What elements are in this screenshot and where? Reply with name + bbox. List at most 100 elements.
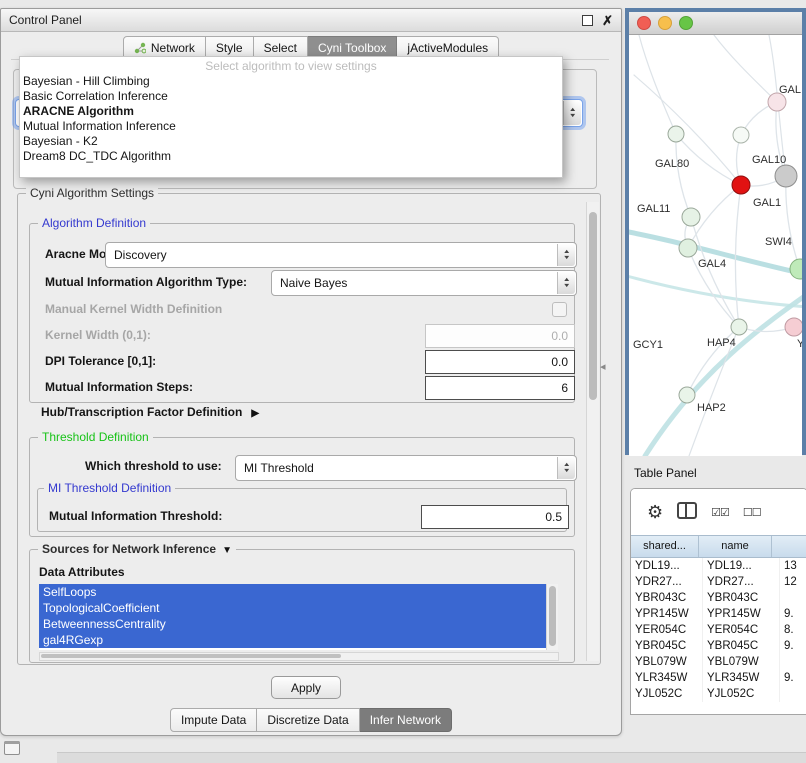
- network-node[interactable]: [733, 127, 749, 143]
- network-canvas[interactable]: GALGAL80GAL10GAL11GAL1SWI4GAL4GCY1HAP4YH…: [629, 35, 802, 456]
- bottom-scrollbar[interactable]: [57, 752, 806, 763]
- network-node[interactable]: [790, 259, 802, 279]
- column-header[interactable]: shared...: [631, 536, 699, 557]
- table-toolbar: ⚙ ☑☑ ☐☐: [631, 489, 806, 535]
- node-label: GAL11: [637, 203, 670, 215]
- algorithm-dropdown-popup: Select algorithm to view settings Bayesi…: [19, 56, 563, 178]
- algorithm-option[interactable]: Basic Correlation Inference: [20, 89, 562, 104]
- mi-type-value: Naive Bayes: [280, 276, 347, 290]
- apply-button-label: Apply: [291, 681, 321, 695]
- network-edge[interactable]: [786, 176, 800, 269]
- zoom-traffic-light-icon[interactable]: [679, 16, 693, 30]
- table-cell: YBR043C: [631, 590, 703, 606]
- close-icon[interactable]: ✗: [602, 14, 613, 27]
- table-row[interactable]: YDL19...YDL19...13: [631, 558, 806, 574]
- attribute-list-item[interactable]: gal4RGexp: [39, 632, 557, 648]
- attribute-list-hscrollbar[interactable]: [39, 652, 559, 661]
- table-row[interactable]: YDR27...YDR27...12: [631, 574, 806, 590]
- table-row[interactable]: YLR345WYLR345W9.: [631, 670, 806, 686]
- mi-threshold-field[interactable]: 0.5: [421, 505, 569, 529]
- network-edge: [714, 35, 777, 102]
- settings-scrollbar[interactable]: [586, 202, 599, 661]
- algorithm-option[interactable]: Dream8 DC_TDC Algorithm: [20, 149, 562, 164]
- data-attributes-label: Data Attributes: [39, 565, 125, 579]
- attribute-list[interactable]: SelfLoopsTopologicalCoefficientBetweenne…: [39, 584, 557, 650]
- algorithm-option[interactable]: Mutual Information Inference: [20, 119, 562, 134]
- bottom-tab-discretize-data[interactable]: Discretize Data: [257, 708, 359, 732]
- table-cell: 9.: [780, 638, 806, 654]
- network-node[interactable]: [668, 126, 684, 142]
- algorithm-option[interactable]: Bayesian - Hill Climbing: [20, 74, 562, 89]
- network-edge[interactable]: [676, 134, 691, 217]
- aracne-mode-combobox[interactable]: Discovery ▲▼: [105, 242, 577, 268]
- network-node[interactable]: [679, 387, 695, 403]
- network-node[interactable]: [775, 165, 797, 187]
- attribute-list-item[interactable]: BetweennessCentrality: [39, 616, 557, 632]
- which-threshold-combobox[interactable]: MI Threshold ▲▼: [235, 455, 577, 481]
- tab-label: jActiveModules: [407, 41, 488, 55]
- table-header: shared...name: [631, 535, 806, 558]
- table-row[interactable]: YBL079WYBL079W: [631, 654, 806, 670]
- dpi-tolerance-field[interactable]: 0.0: [425, 350, 575, 374]
- dpi-tolerance-label: DPI Tolerance [0,1]:: [45, 354, 156, 368]
- node-label: GAL4: [698, 258, 726, 270]
- scrollbar-thumb[interactable]: [549, 586, 556, 646]
- table-cell: [780, 590, 806, 606]
- kernel-width-value: 0.0: [551, 329, 568, 343]
- table-cell: YJL052C: [703, 686, 780, 702]
- combo-stepper-icon: ▲▼: [557, 272, 575, 294]
- table-row[interactable]: YJL052CYJL052C: [631, 686, 806, 702]
- network-node[interactable]: [731, 319, 747, 335]
- aracne-mode-value: Discovery: [114, 248, 167, 262]
- collapse-arrow-icon[interactable]: ▼: [222, 545, 232, 556]
- mi-type-combobox[interactable]: Naive Bayes ▲▼: [271, 270, 577, 296]
- network-node[interactable]: [679, 239, 697, 257]
- float-window-icon[interactable]: [582, 15, 593, 26]
- network-edge[interactable]: [691, 217, 739, 327]
- threshold-definition-title: Threshold Definition: [38, 430, 153, 445]
- column-header[interactable]: [772, 536, 806, 557]
- control-panel-titlebar[interactable]: Control Panel ✗: [1, 9, 621, 32]
- algorithm-option[interactable]: ARACNE Algorithm: [20, 104, 562, 119]
- attribute-list-item[interactable]: SelfLoops: [39, 584, 557, 600]
- bottom-tab-impute-data[interactable]: Impute Data: [170, 708, 257, 732]
- splitter-arrow-icon[interactable]: ◂: [600, 362, 606, 373]
- network-window-titlebar[interactable]: [629, 12, 802, 35]
- table-cell: 13: [780, 558, 806, 574]
- sources-title: Sources for Network Inference: [42, 542, 216, 556]
- network-node[interactable]: [732, 176, 750, 194]
- attribute-list-item[interactable]: TopologicalCoefficient: [39, 600, 557, 616]
- apply-button[interactable]: Apply: [271, 676, 341, 699]
- column-header[interactable]: name: [699, 536, 772, 557]
- deselect-all-icon[interactable]: ☐☐: [743, 506, 761, 519]
- manual-kernel-label: Manual Kernel Width Definition: [45, 302, 222, 316]
- attribute-list-scrollbar[interactable]: [546, 584, 558, 650]
- combo-stepper-icon: ▲▼: [557, 244, 575, 266]
- scrollbar-thumb[interactable]: [589, 212, 597, 400]
- hub-section-label: Hub/Transcription Factor Definition: [41, 405, 242, 419]
- close-traffic-light-icon[interactable]: [637, 16, 651, 30]
- table-cell: YPR145W: [703, 606, 780, 622]
- manual-kernel-checkbox[interactable]: [552, 302, 567, 317]
- table-row[interactable]: YBR045CYBR045C9.: [631, 638, 806, 654]
- algorithm-option[interactable]: Bayesian - K2: [20, 134, 562, 149]
- restore-panel-icon[interactable]: [4, 741, 20, 755]
- table-row[interactable]: YBR043CYBR043C: [631, 590, 806, 606]
- table-row[interactable]: YER054CYER054C8.: [631, 622, 806, 638]
- gear-icon[interactable]: ⚙: [647, 502, 663, 523]
- select-all-icon[interactable]: ☑☑: [711, 506, 729, 519]
- mi-steps-field[interactable]: 6: [425, 376, 575, 400]
- expand-arrow-icon[interactable]: ▶: [251, 408, 259, 419]
- bottom-tab-infer-network[interactable]: Infer Network: [360, 708, 452, 732]
- hub-section-toggle[interactable]: Hub/Transcription Factor Definition ▶: [41, 405, 259, 421]
- kernel-width-field: 0.0: [425, 324, 575, 348]
- minimize-traffic-light-icon[interactable]: [658, 16, 672, 30]
- combo-stepper-icon: ▲▼: [563, 101, 581, 125]
- sources-toggle[interactable]: Sources for Network Inference ▼: [38, 542, 236, 558]
- network-node[interactable]: [682, 208, 700, 226]
- table-cell: YDL19...: [703, 558, 780, 574]
- columns-icon[interactable]: [677, 502, 697, 522]
- table-row[interactable]: YPR145WYPR145W9.: [631, 606, 806, 622]
- network-node[interactable]: [785, 318, 802, 336]
- scrollbar-thumb[interactable]: [41, 654, 341, 658]
